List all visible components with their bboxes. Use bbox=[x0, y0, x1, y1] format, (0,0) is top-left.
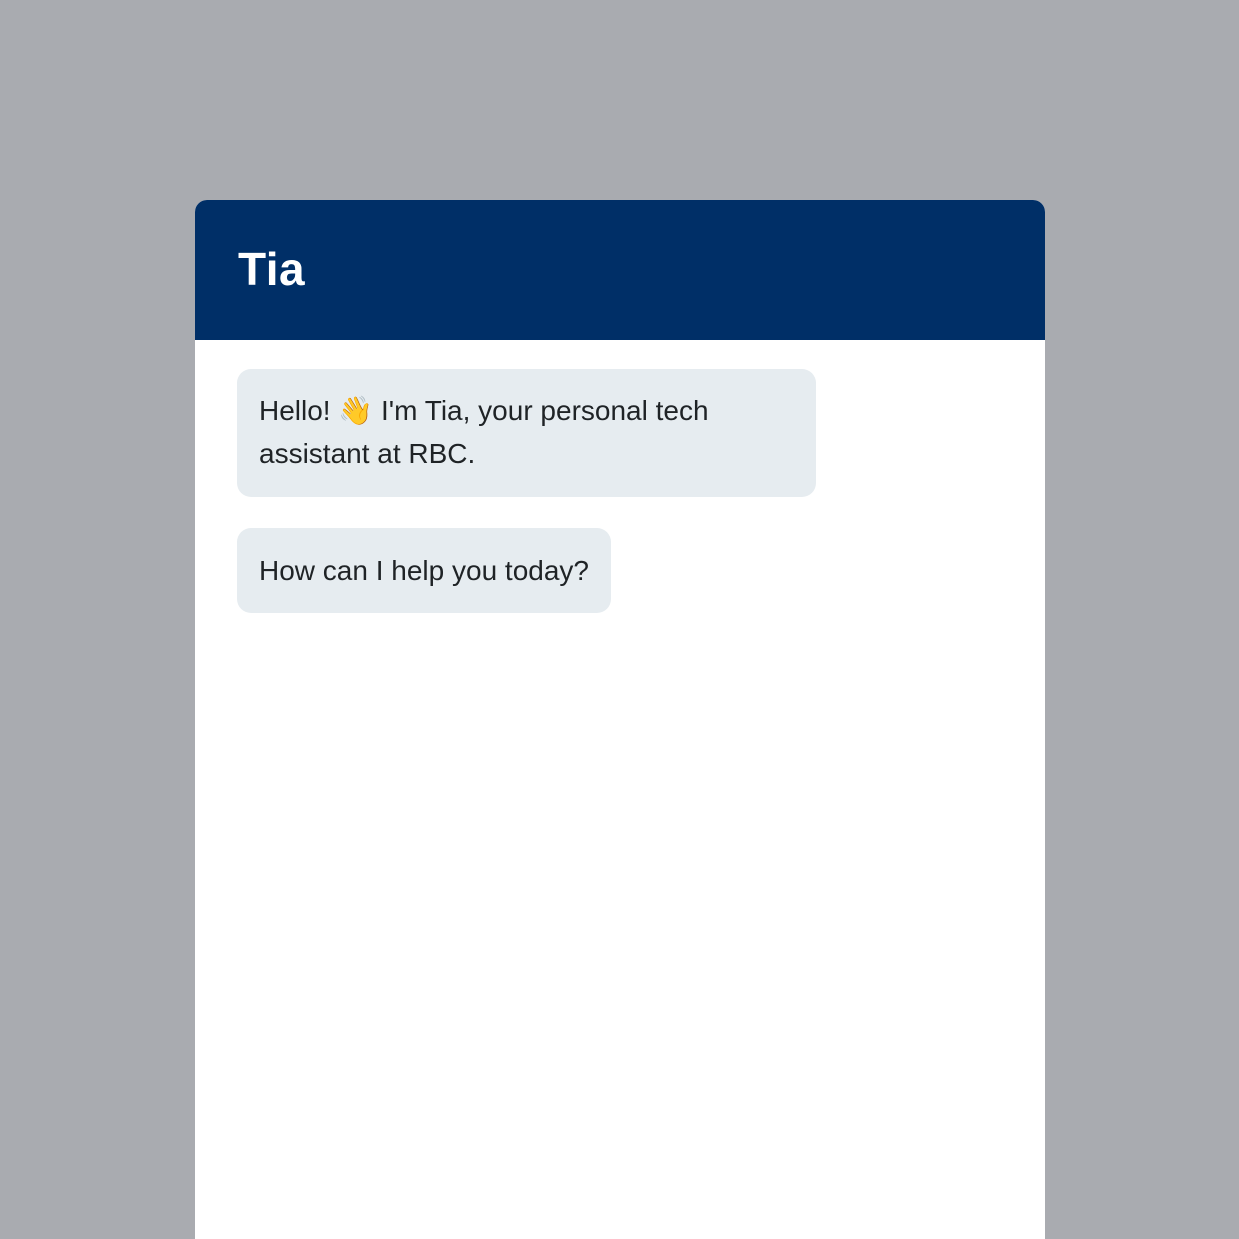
message-text-greeting: Hello! bbox=[259, 395, 331, 426]
message-text: How can I help you today? bbox=[259, 555, 589, 586]
waving-hand-icon: 👋 bbox=[338, 395, 374, 426]
chat-title: Tia bbox=[238, 243, 306, 295]
bot-message-bubble: Hello! 👋 I'm Tia, your personal tech ass… bbox=[237, 369, 816, 497]
bot-message-bubble: How can I help you today? bbox=[237, 528, 611, 613]
message-list: Hello! 👋 I'm Tia, your personal tech ass… bbox=[195, 340, 1045, 613]
message-row: Hello! 👋 I'm Tia, your personal tech ass… bbox=[237, 369, 1003, 497]
chat-window: Tia Hello! 👋 I'm Tia, your personal tech… bbox=[195, 200, 1045, 1239]
chat-header: Tia bbox=[195, 200, 1045, 340]
message-row: How can I help you today? bbox=[237, 528, 1003, 613]
